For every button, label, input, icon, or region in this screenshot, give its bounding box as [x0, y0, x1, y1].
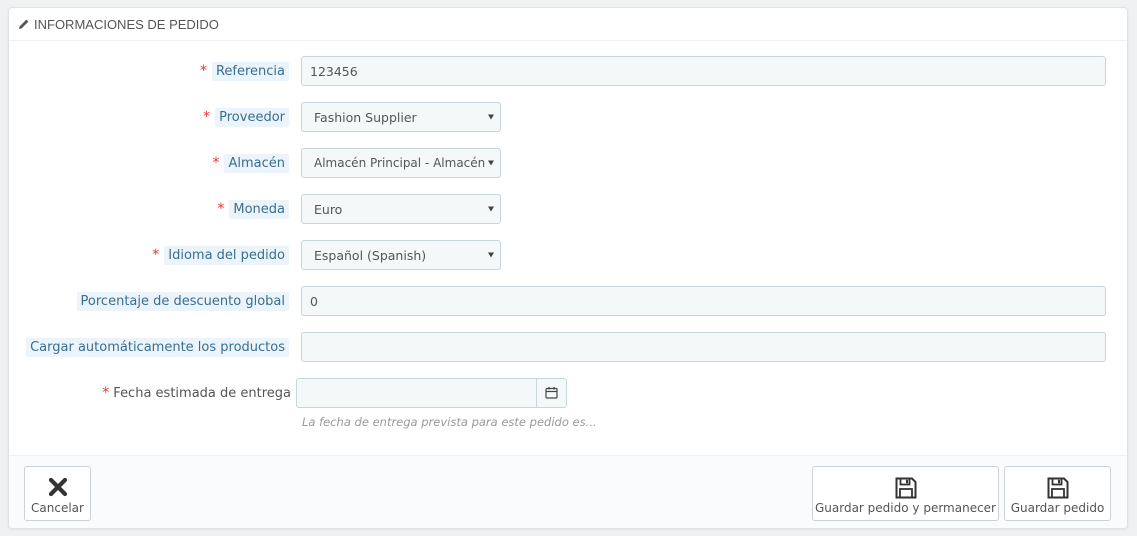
warehouse-value: Almacén Principal - Almacén: [314, 156, 486, 170]
caret-down-icon: [488, 160, 494, 166]
save-order-button[interactable]: Guardar pedido: [1004, 466, 1111, 521]
reference-input[interactable]: 123456: [301, 56, 1106, 86]
pencil-icon: [18, 18, 30, 30]
calendar-button[interactable]: [536, 378, 567, 408]
reference-label: * Referencia: [200, 56, 289, 86]
cancel-label: Cancelar: [31, 501, 84, 515]
cancel-button[interactable]: Cancelar: [24, 466, 91, 521]
supplier-select[interactable]: Fashion Supplier: [301, 102, 501, 132]
reference-label-text[interactable]: Referencia: [211, 61, 289, 81]
panel-heading: INFORMACIONES DE PEDIDO: [9, 8, 1127, 41]
currency-value: Euro: [314, 201, 343, 217]
currency-label-text[interactable]: Moneda: [229, 199, 289, 219]
language-label: * Idioma del pedido: [152, 240, 289, 270]
autoload-label: Cargar automáticamente los productos: [26, 332, 289, 362]
currency-row: * Moneda Euro: [9, 194, 1127, 224]
floppy-disk-icon: [894, 476, 918, 503]
delivery-date-row: * Fecha estimada de entrega: [9, 378, 1127, 408]
required-marker: *: [152, 247, 160, 263]
warehouse-select[interactable]: Almacén Principal - Almacén: [301, 148, 501, 178]
warehouse-row: * Almacén Almacén Principal - Almacén: [9, 148, 1127, 178]
language-label-text[interactable]: Idioma del pedido: [164, 245, 289, 265]
autoload-input[interactable]: [301, 332, 1106, 362]
calendar-icon: [545, 384, 558, 403]
supplier-label: * Proveedor: [203, 102, 289, 132]
save-order-label: Guardar pedido: [1010, 501, 1105, 515]
caret-down-icon: [488, 114, 494, 120]
language-value: Español (Spanish): [314, 247, 427, 263]
required-marker: *: [199, 63, 207, 79]
delivery-date-picker: [296, 378, 567, 408]
delivery-date-input[interactable]: [296, 378, 537, 408]
reference-row: * Referencia 123456: [9, 56, 1127, 86]
close-icon: [47, 476, 69, 501]
panel-title: INFORMACIONES DE PEDIDO: [34, 16, 219, 32]
warehouse-label: * Almacén: [212, 148, 289, 178]
order-info-panel: INFORMACIONES DE PEDIDO * Referencia 123…: [8, 7, 1128, 529]
language-select[interactable]: Español (Spanish): [301, 240, 501, 270]
caret-down-icon: [488, 206, 494, 212]
discount-label: Porcentaje de descuento global: [76, 286, 289, 316]
supplier-value: Fashion Supplier: [314, 109, 417, 125]
required-marker: *: [217, 201, 225, 217]
autoload-row: Cargar automáticamente los productos: [9, 332, 1127, 362]
delivery-date-help: La fecha de entrega prevista para este p…: [302, 415, 597, 429]
warehouse-label-text[interactable]: Almacén: [224, 153, 289, 173]
discount-label-text[interactable]: Porcentaje de descuento global: [76, 291, 289, 311]
delivery-date-label-text: Fecha estimada de entrega: [113, 385, 291, 401]
autoload-label-text[interactable]: Cargar automáticamente los productos: [26, 337, 289, 357]
floppy-disk-icon: [1046, 476, 1070, 503]
save-and-stay-label: Guardar pedido y permanecer: [814, 501, 996, 515]
caret-down-icon: [488, 252, 494, 258]
delivery-date-label: * Fecha estimada de entrega: [102, 378, 291, 408]
save-and-stay-button[interactable]: Guardar pedido y permanecer: [812, 466, 999, 521]
required-marker: *: [102, 385, 110, 401]
discount-input[interactable]: 0: [301, 286, 1106, 316]
currency-select[interactable]: Euro: [301, 194, 501, 224]
supplier-label-text[interactable]: Proveedor: [215, 107, 289, 127]
supplier-row: * Proveedor Fashion Supplier: [9, 102, 1127, 132]
currency-label: * Moneda: [217, 194, 289, 224]
required-marker: *: [212, 155, 220, 171]
language-row: * Idioma del pedido Español (Spanish): [9, 240, 1127, 270]
discount-row: Porcentaje de descuento global 0: [9, 286, 1127, 316]
panel-footer: Cancelar Guardar pedido y permanecer Gua…: [9, 455, 1127, 528]
required-marker: *: [203, 109, 211, 125]
